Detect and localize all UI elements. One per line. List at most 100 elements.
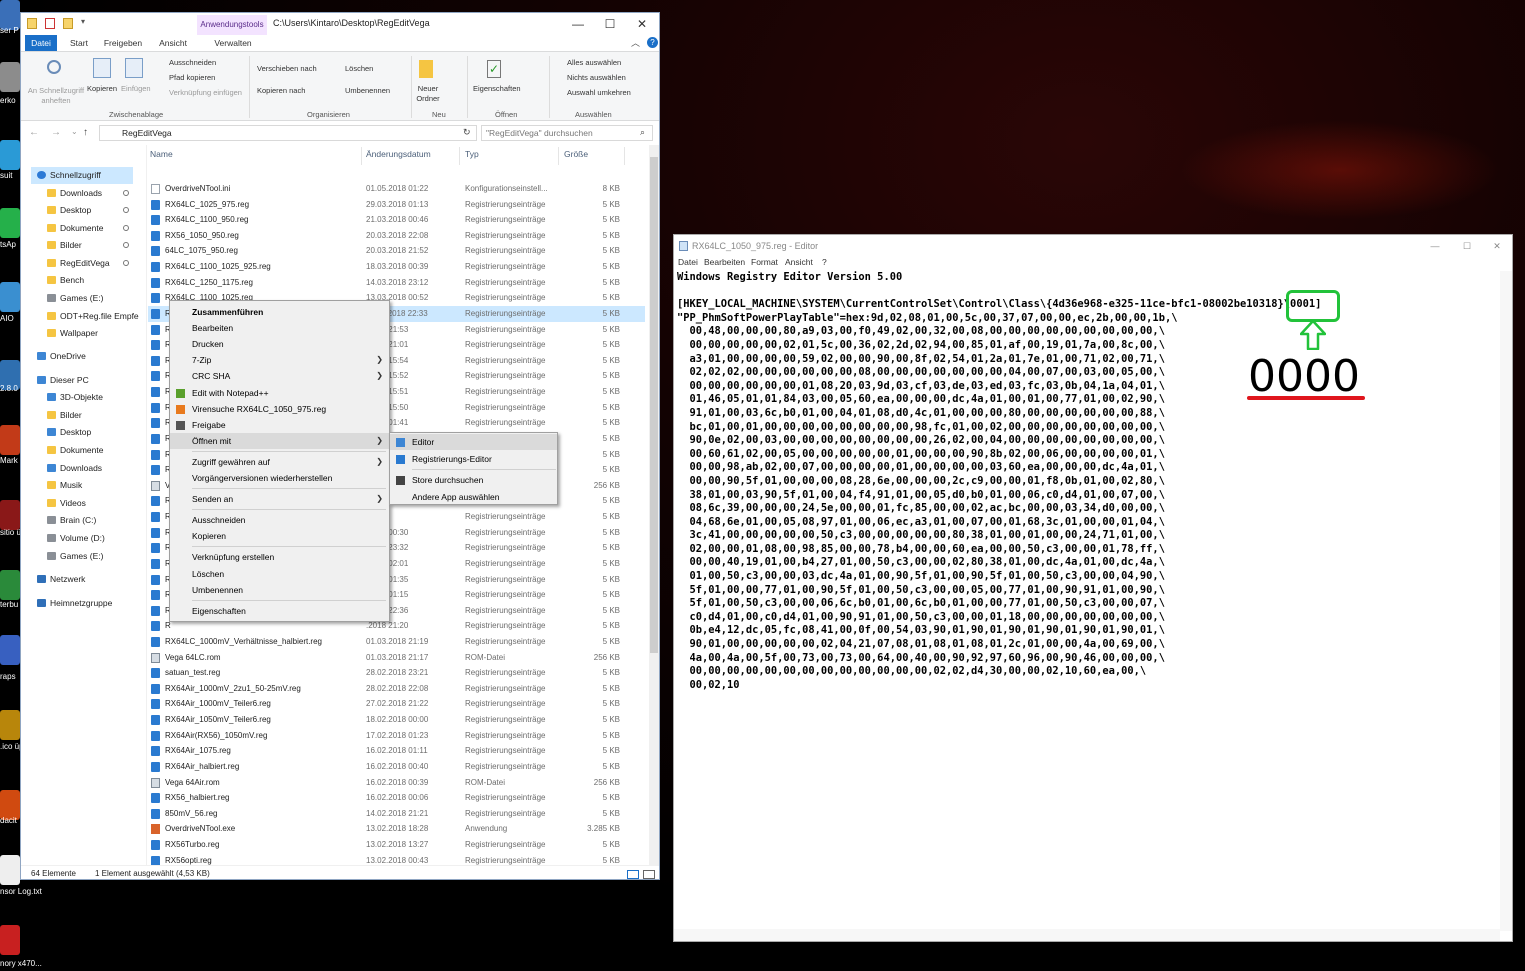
- recent-dropdown-icon[interactable]: ⌄: [71, 127, 78, 136]
- nav-item[interactable]: Bench: [47, 272, 141, 289]
- file-row[interactable]: RX64LC_1100_1025_925.reg 18.03.2018 00:39…: [148, 259, 645, 275]
- submenu-item[interactable]: Store durchsuchen: [390, 472, 557, 488]
- properties-check-icon[interactable]: [45, 18, 55, 29]
- context-menu-item[interactable]: Freigabe: [170, 417, 389, 433]
- menu-format[interactable]: Format: [751, 257, 778, 267]
- nav-item[interactable]: Netzwerk: [37, 571, 141, 588]
- file-row[interactable]: satuan_test.reg 28.02.2018 23:21 Registrie…: [148, 665, 645, 681]
- submenu-item[interactable]: Editor: [390, 434, 557, 450]
- column-type[interactable]: Typ: [465, 149, 479, 159]
- menu-ansicht[interactable]: Ansicht: [785, 257, 813, 267]
- search-input[interactable]: "RegEditVega" durchsuchen: [481, 125, 653, 141]
- notepad-horizontal-scrollbar[interactable]: [674, 929, 1500, 941]
- close-button[interactable]: ✕: [625, 13, 659, 35]
- copy-path-button[interactable]: Pfad kopieren: [169, 73, 215, 82]
- column-date[interactable]: Änderungsdatum: [366, 149, 431, 159]
- context-menu-item[interactable]: Edit with Notepad++: [170, 385, 389, 401]
- paste-button[interactable]: Einfügen: [121, 84, 151, 93]
- nav-item[interactable]: Brain (C:): [47, 512, 141, 529]
- tab-ansicht[interactable]: Ansicht: [153, 35, 193, 51]
- context-menu-item[interactable]: Drucken: [170, 336, 389, 352]
- context-menu-item[interactable]: Kopieren: [170, 528, 389, 544]
- nav-item[interactable]: Bilder: [47, 407, 141, 424]
- nav-item[interactable]: Dokumente: [47, 442, 141, 459]
- file-row[interactable]: Vega 64LC.rom 01.03.2018 21:17 ROM-Datei 25…: [148, 650, 645, 666]
- select-all-button[interactable]: Alles auswählen: [567, 58, 621, 67]
- context-menu-item[interactable]: CRC SHA ❯: [170, 368, 389, 384]
- nav-item[interactable]: 3D-Objekte: [47, 389, 141, 406]
- context-menu-item[interactable]: Löschen: [170, 566, 389, 582]
- desktop-shortcut-icon[interactable]: [0, 710, 20, 740]
- copy-to-button[interactable]: Kopieren nach: [257, 86, 305, 95]
- file-row[interactable]: RX64LC_1025_975.reg 29.03.2018 01:13 Regis…: [148, 197, 645, 213]
- up-arrow-icon[interactable]: ↑: [83, 127, 88, 138]
- new-folder-icon[interactable]: [63, 18, 73, 29]
- file-row[interactable]: RX56_1050_950.reg 20.03.2018 22:08 Registr…: [148, 228, 645, 244]
- desktop-shortcut-icon[interactable]: [0, 635, 20, 665]
- file-list-scrollbar[interactable]: [649, 145, 659, 865]
- rename-button[interactable]: Umbenennen: [345, 86, 390, 95]
- desktop-shortcut-icon[interactable]: [0, 570, 20, 600]
- nav-item[interactable]: Videos: [47, 495, 141, 512]
- file-row[interactable]: 850mV_56.reg 14.02.2018 21:21 Registrierun…: [148, 806, 645, 822]
- file-row[interactable]: RX64LC_1000mV_Verhältnisse_halbiert.reg 0…: [148, 634, 645, 650]
- notepad-maximize-button[interactable]: ☐: [1452, 235, 1482, 257]
- column-name[interactable]: Name: [150, 149, 173, 159]
- tab-verwalten[interactable]: Verwalten: [205, 35, 261, 51]
- file-row[interactable]: RX56Turbo.reg 13.02.2018 13:27 Registrieru…: [148, 837, 645, 853]
- select-none-button[interactable]: Nichts auswählen: [567, 73, 626, 82]
- address-input[interactable]: RegEditVega: [99, 125, 477, 141]
- paste-shortcut-button[interactable]: Verknüpfung einfügen: [169, 88, 242, 97]
- properties-button[interactable]: Eigenschaften: [473, 84, 521, 93]
- nav-item[interactable]: OneDrive: [37, 348, 141, 365]
- qat-dropdown-icon[interactable]: ▾: [81, 17, 85, 26]
- file-row[interactable]: OverdriveNTool.ini 01.05.2018 01:22 Konfig…: [148, 181, 645, 197]
- file-row[interactable]: RX64Air_1075.reg 16.02.2018 01:11 Registri…: [148, 743, 645, 759]
- file-row[interactable]: RX64LC_1250_1175.reg 14.03.2018 23:12 Regi…: [148, 275, 645, 291]
- file-row[interactable]: RX56_halbiert.reg 16.02.2018 00:06 Registr…: [148, 790, 645, 806]
- notepad-close-button[interactable]: ✕: [1482, 235, 1512, 257]
- collapse-ribbon-icon[interactable]: ︿: [631, 36, 640, 49]
- notepad-titlebar[interactable]: RX64LC_1050_975.reg - Editor — ☐ ✕: [674, 235, 1512, 257]
- file-row[interactable]: RX64Air(RX56)_1050mV.reg 17.02.2018 01:23…: [148, 728, 645, 744]
- column-separator[interactable]: [459, 147, 460, 165]
- back-arrow-icon[interactable]: ←: [29, 127, 39, 138]
- refresh-icon[interactable]: ↻: [463, 127, 471, 138]
- tab-datei[interactable]: Datei: [25, 35, 57, 51]
- context-menu-item[interactable]: Bearbeiten: [170, 320, 389, 336]
- context-menu-item[interactable]: Umbenennen: [170, 582, 389, 598]
- move-to-button[interactable]: Verschieben nach: [257, 64, 317, 73]
- notepad-minimize-button[interactable]: —: [1420, 235, 1450, 257]
- tab-freigeben[interactable]: Freigeben: [101, 35, 145, 51]
- desktop-shortcut-icon[interactable]: [0, 425, 20, 455]
- search-icon[interactable]: ⌕: [640, 127, 645, 138]
- file-row[interactable]: RX64LC_1100_950.reg 21.03.2018 00:46 Regis…: [148, 212, 645, 228]
- desktop-shortcut-icon[interactable]: [0, 140, 20, 170]
- explorer-titlebar[interactable]: ▾ Anwendungstools C:\Users\Kintaro\Deskt…: [21, 13, 659, 35]
- desktop-shortcut-icon[interactable]: [0, 62, 20, 92]
- new-folder-button[interactable]: Neuer Ordner: [415, 84, 441, 104]
- context-menu-item[interactable]: Zugriff gewähren auf ❯: [170, 454, 389, 470]
- menu-datei[interactable]: Datei: [678, 257, 698, 267]
- tiles-view-icon[interactable]: [643, 870, 655, 879]
- notepad-vertical-scrollbar[interactable]: [1500, 271, 1512, 931]
- nav-item[interactable]: Dieser PC: [37, 372, 141, 389]
- nav-item[interactable]: Games (E:): [47, 548, 141, 565]
- context-menu-item[interactable]: Virensuche RX64LC_1050_975.reg: [170, 401, 389, 417]
- nav-item[interactable]: Downloads: [47, 460, 141, 477]
- submenu-item[interactable]: Andere App auswählen: [390, 489, 557, 505]
- context-menu-item[interactable]: Ausschneiden: [170, 512, 389, 528]
- context-menu-item[interactable]: Zusammenführen: [170, 304, 389, 320]
- nav-item[interactable]: Games (E:): [47, 290, 141, 307]
- menu-help[interactable]: ?: [822, 257, 827, 267]
- file-row[interactable]: RX64Air_halbiert.reg 16.02.2018 00:40 Regi…: [148, 759, 645, 775]
- details-view-icon[interactable]: [627, 870, 639, 879]
- nav-item[interactable]: Musik: [47, 477, 141, 494]
- context-menu-item[interactable]: 7-Zip ❯: [170, 352, 389, 368]
- nav-item[interactable]: Wallpaper: [47, 325, 141, 342]
- nav-item[interactable]: Heimnetzgruppe: [37, 595, 141, 612]
- context-tab-app-tools[interactable]: Anwendungstools: [197, 15, 267, 35]
- nav-item[interactable]: ODT+Reg.file Empfe: [47, 308, 141, 325]
- context-menu-item[interactable]: Senden an ❯: [170, 491, 389, 507]
- invert-selection-button[interactable]: Auswahl umkehren: [567, 88, 631, 97]
